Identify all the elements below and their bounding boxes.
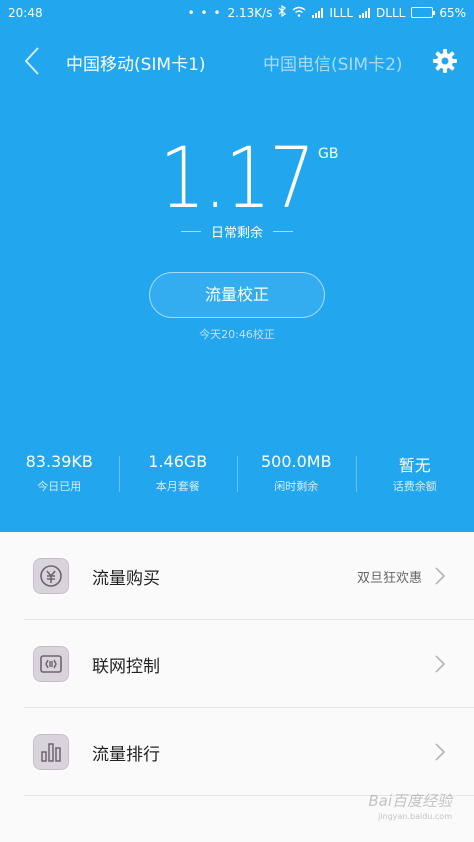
carrier-sim2: DLLL (376, 5, 406, 20)
chevron-left-icon (24, 47, 39, 75)
header-panel: 20:48 • • • 2.13K/s ILLL DLLL 65% 中国移动(S… (0, 0, 474, 532)
remaining-label-row: 日常剩余 (170, 221, 304, 241)
menu-item-ranking[interactable]: 流量排行 (0, 708, 474, 796)
divider-line (273, 230, 293, 232)
stat-idle-remaining: 500.0MB 闲时剩余 (237, 452, 356, 496)
stat-label: 本月套餐 (155, 480, 200, 493)
last-calibration-time: 今天20:46校正 (199, 328, 275, 341)
bluetooth-icon (278, 4, 287, 20)
signal-icon-sim1 (312, 7, 324, 18)
stat-value: 暂无 (398, 456, 431, 475)
notification-dots: • • • (187, 5, 222, 20)
watermark: Bai百度经验 (368, 792, 452, 810)
stat-label: 闲时剩余 (274, 480, 319, 493)
remaining-data-value: 1.17 (160, 129, 316, 227)
stat-balance: 暂无 话费余额 (355, 452, 474, 496)
calibrate-button[interactable]: 流量校正 (149, 272, 325, 318)
menu-item-title: 流量购买 (92, 569, 160, 589)
carrier-sim1: ILLL (329, 5, 354, 20)
network-speed: 2.13K/s (227, 5, 273, 20)
wifi-icon (292, 6, 306, 20)
stat-value: 83.39KB (25, 452, 93, 471)
back-button[interactable] (18, 44, 48, 78)
battery-level: 65% (439, 5, 466, 20)
tab-sim1[interactable]: 中国移动(SIM卡1) (66, 50, 206, 75)
chevron-right-icon (435, 655, 446, 673)
menu-item-network-control[interactable]: 联网控制 (0, 620, 474, 708)
stat-label: 今日已用 (37, 480, 82, 493)
ranking-icon (33, 734, 69, 770)
purchase-icon (33, 558, 69, 594)
promo-text: 双旦狂欢惠 (356, 571, 422, 586)
stat-label: 话费余额 (392, 480, 437, 493)
chevron-right-icon (435, 567, 446, 585)
remaining-data-display: 1.17 GB (0, 136, 474, 220)
signal-icon-sim2 (359, 7, 371, 18)
remaining-data-unit: GB (318, 146, 339, 162)
menu-item-title: 流量排行 (92, 745, 160, 765)
stat-value: 500.0MB (260, 452, 332, 471)
chevron-right-icon (435, 743, 446, 761)
menu-item-purchase[interactable]: 流量购买 双旦狂欢惠 (0, 532, 474, 620)
network-control-icon (33, 646, 69, 682)
status-time: 20:48 (8, 6, 43, 20)
tab-sim2[interactable]: 中国电信(SIM卡2) (263, 50, 403, 75)
gear-icon (433, 49, 457, 73)
status-bar: 20:48 • • • 2.13K/s ILLL DLLL 65% (0, 0, 474, 28)
watermark-url: jingyan.baidu.com (378, 812, 452, 821)
divider-line (180, 230, 201, 232)
stat-value: 1.46GB (148, 452, 208, 471)
stat-today-used: 83.39KB 今日已用 (0, 452, 119, 496)
stat-monthly-plan: 1.46GB 本月套餐 (118, 452, 238, 496)
stats-row: 83.39KB 今日已用 1.46GB 本月套餐 500.0MB 闲时剩余 暂无… (0, 452, 474, 496)
settings-button[interactable] (432, 48, 458, 74)
remaining-label: 日常剩余 (210, 225, 263, 241)
menu-item-title: 联网控制 (92, 657, 160, 677)
battery-icon (411, 7, 436, 18)
